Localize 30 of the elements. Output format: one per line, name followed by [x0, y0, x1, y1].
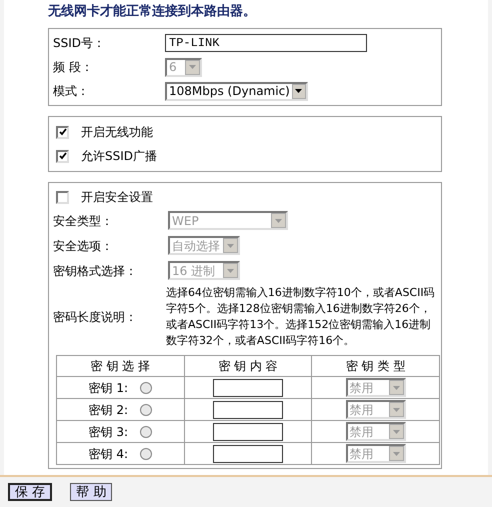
checkbox[interactable] — [56, 150, 69, 162]
key-label: 密钥 1: — [88, 380, 128, 396]
key-length-note: 选择64位密钥需输入16进制数字符10个，或者ASCII码字符5个。选择128位密钥需输入16进制数字符26个，或者ASCII码字符13个。选择152位密钥需输入16进制数字符32个，或者ASCII码字符16个。 — [166, 285, 436, 349]
key-input[interactable] — [212, 444, 283, 462]
checkbox[interactable] — [56, 126, 69, 138]
checkbox-label: 开启安全设置 — [81, 189, 153, 206]
ssid-field[interactable]: TP-LINK — [165, 34, 367, 52]
field-label: SSID号： — [53, 35, 106, 52]
heading: 无线网卡才能正常连接到本路由器。 — [48, 2, 257, 21]
field-label: 密钥格式选择： — [53, 262, 138, 280]
column-header: 密 钥 类 型 — [312, 356, 440, 376]
checkbox-label: 允许SSID广播 — [81, 148, 158, 165]
field-label: 安全选项： — [53, 238, 114, 254]
key-label: 密钥 2: — [88, 402, 128, 418]
key-label: 密钥 3: — [88, 424, 128, 440]
checkbox[interactable] — [56, 190, 69, 204]
checkbox-label: 开启无线功能 — [81, 124, 153, 141]
column-header: 密 钥 内 容 — [184, 356, 312, 376]
field-label: 模式： — [53, 83, 90, 100]
field-label: 密码长度说明： — [53, 309, 138, 326]
key-input[interactable] — [212, 400, 283, 418]
key-input[interactable] — [212, 422, 283, 440]
dropdown[interactable]: 108Mbps (Dynamic) — [165, 82, 308, 100]
key-input[interactable] — [212, 378, 283, 396]
key-label: 密钥 4: — [88, 446, 128, 462]
field-label: 安全类型： — [53, 212, 114, 230]
form-button[interactable]: 帮 助 — [70, 483, 112, 501]
field-label: 频 段： — [53, 59, 94, 76]
column-header: 密 钥 选 择 — [56, 356, 184, 376]
form-button[interactable]: 保 存 — [8, 483, 52, 501]
